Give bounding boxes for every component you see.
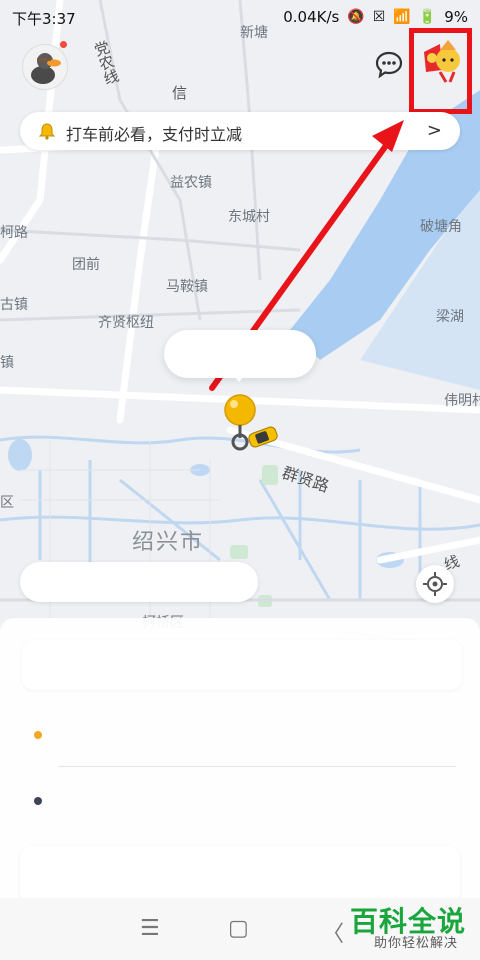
start-location-field[interactable] xyxy=(50,710,460,760)
locate-icon xyxy=(423,572,447,596)
home-button[interactable]: ▢ xyxy=(228,916,249,941)
pickup-bubble-tail xyxy=(231,372,247,382)
info-pill[interactable] xyxy=(20,562,258,602)
car-icon xyxy=(248,426,278,448)
pickup-bubble[interactable] xyxy=(164,330,316,378)
watermark-subtitle: 助你轻松解决 xyxy=(373,936,458,951)
end-dot-icon xyxy=(34,797,42,805)
destination-field[interactable] xyxy=(50,776,460,826)
start-dot-icon xyxy=(34,731,42,739)
menu-button[interactable]: ☰ xyxy=(140,916,160,941)
service-tabs[interactable] xyxy=(22,640,462,690)
divider xyxy=(58,766,456,767)
bottom-card[interactable] xyxy=(20,846,460,904)
locate-button[interactable] xyxy=(416,565,454,603)
back-button[interactable]: 〈 xyxy=(322,916,344,948)
